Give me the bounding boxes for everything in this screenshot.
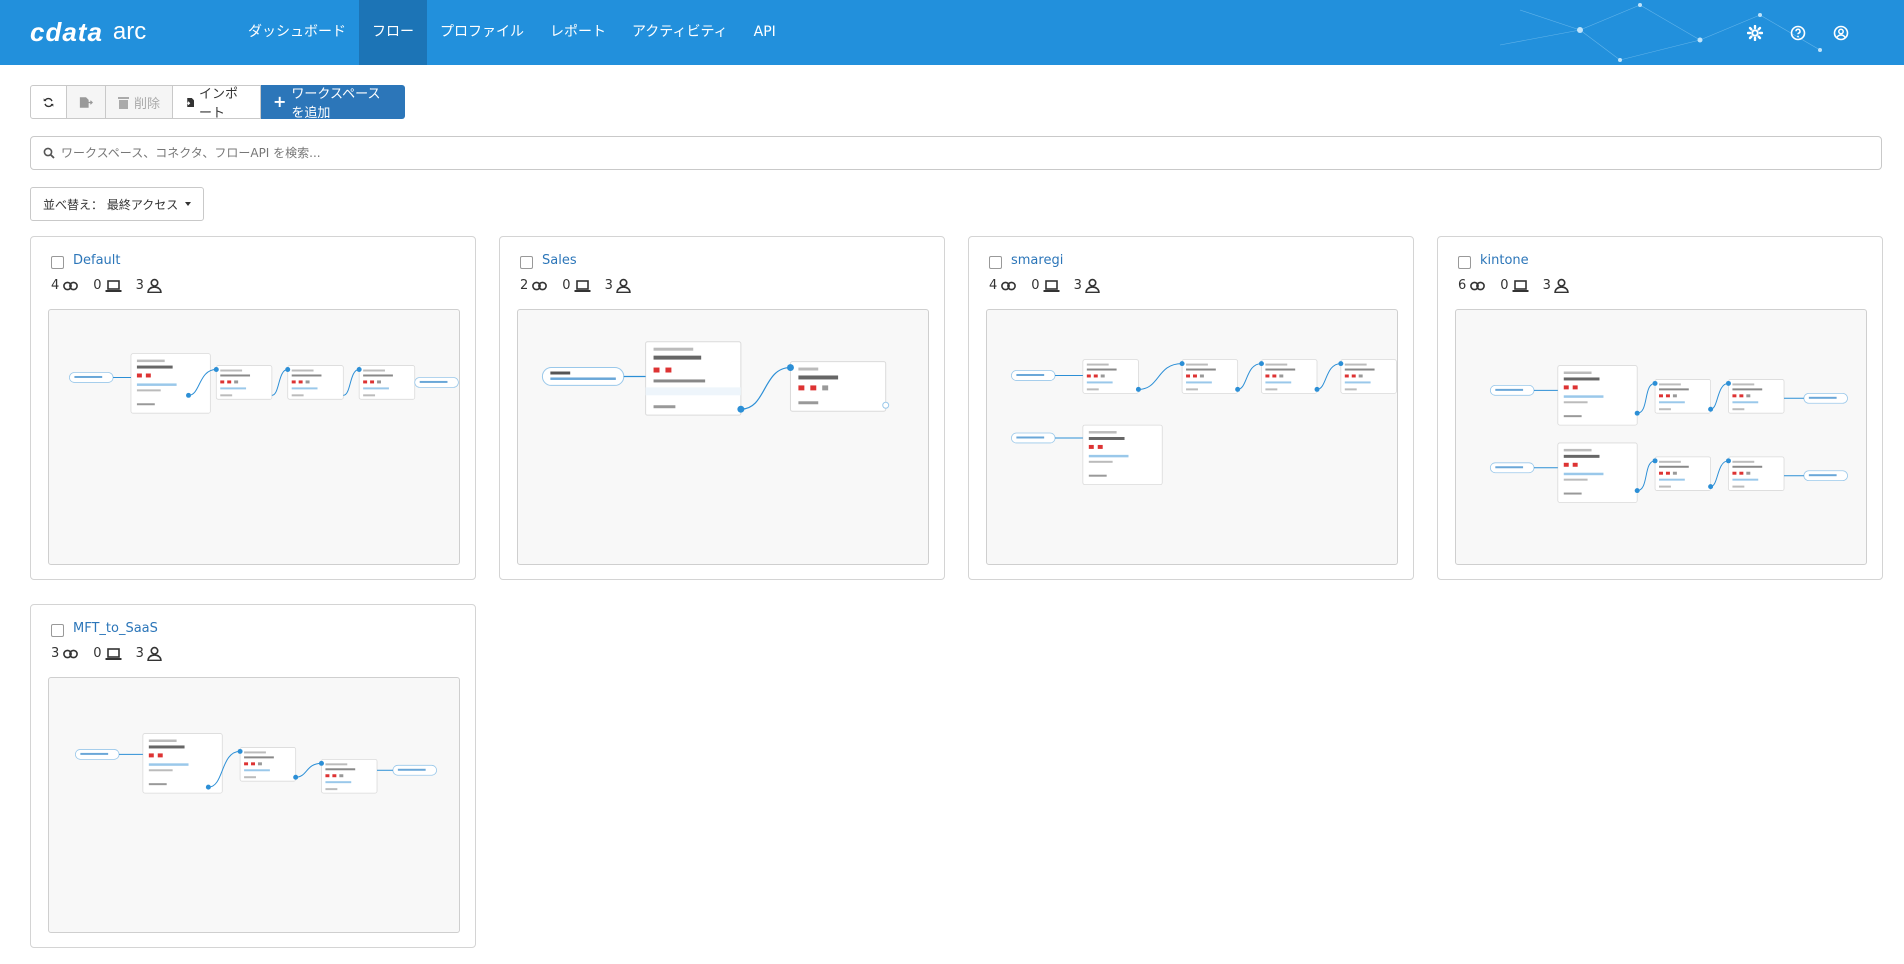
delete-button[interactable]: 削除 bbox=[106, 85, 173, 119]
search-input[interactable] bbox=[61, 146, 1841, 160]
import-label: インポート bbox=[199, 87, 239, 121]
workspace-checkbox[interactable] bbox=[51, 624, 64, 637]
nav-profile[interactable]: プロファイル bbox=[427, 0, 537, 65]
main-nav: ダッシュボード フロー プロファイル レポート アクティビティ API bbox=[235, 0, 789, 65]
user-count: 3 bbox=[135, 278, 144, 293]
connector-count: 4 bbox=[51, 278, 60, 293]
link-icon bbox=[63, 649, 79, 658]
workspace-stats: 4 0 3 bbox=[51, 278, 176, 293]
user-icon bbox=[1554, 278, 1569, 293]
workspace-checkbox[interactable] bbox=[520, 256, 533, 269]
link-icon bbox=[1001, 281, 1017, 290]
user-count: 3 bbox=[604, 278, 613, 293]
app-logo[interactable]: cdata arc bbox=[30, 16, 146, 48]
flow-preview[interactable] bbox=[986, 309, 1398, 565]
connector-count: 4 bbox=[989, 278, 998, 293]
export-icon bbox=[79, 96, 93, 108]
sort-label: 並べ替え： 最終アクセス bbox=[43, 197, 179, 212]
nav-api[interactable]: API bbox=[741, 0, 789, 65]
user-icon bbox=[616, 278, 631, 293]
search-icon bbox=[43, 147, 55, 159]
user-icon bbox=[147, 646, 162, 661]
user-count: 3 bbox=[1073, 278, 1082, 293]
laptop-icon bbox=[573, 279, 591, 293]
flow-preview[interactable] bbox=[1455, 309, 1867, 565]
nav-flow[interactable]: フロー bbox=[359, 0, 427, 65]
link-icon bbox=[532, 281, 548, 290]
export-button[interactable] bbox=[67, 85, 106, 119]
user-icon bbox=[147, 278, 162, 293]
connector-count: 2 bbox=[520, 278, 529, 293]
workspace-stats: 4 0 3 bbox=[989, 278, 1114, 293]
user-count: 3 bbox=[1542, 278, 1551, 293]
brand-name: cdata bbox=[30, 16, 103, 47]
laptop-icon bbox=[104, 279, 122, 293]
flow-preview[interactable] bbox=[48, 677, 460, 933]
nav-report[interactable]: レポート bbox=[537, 0, 619, 65]
flow-preview[interactable] bbox=[517, 309, 929, 565]
refresh-icon bbox=[43, 97, 54, 107]
refresh-button[interactable] bbox=[30, 85, 67, 119]
computer-count: 0 bbox=[1500, 278, 1509, 293]
user-icon bbox=[1085, 278, 1100, 293]
computer-count: 0 bbox=[1031, 278, 1040, 293]
workspace-name[interactable]: Default bbox=[73, 253, 121, 268]
caret-down-icon bbox=[185, 202, 192, 206]
search-bar bbox=[30, 136, 1882, 170]
link-icon bbox=[1470, 281, 1486, 290]
import-icon bbox=[185, 97, 195, 107]
toolbar: 削除 インポート + ワークスペースを追加 bbox=[30, 85, 405, 121]
computer-count: 0 bbox=[562, 278, 571, 293]
top-navbar: cdata arc ダッシュボード フロー プロファイル レポート アクティビテ… bbox=[0, 0, 1904, 65]
nav-activity[interactable]: アクティビティ bbox=[619, 0, 741, 65]
workspace-name[interactable]: MFT_to_SaaS bbox=[73, 621, 158, 636]
delete-label: 削除 bbox=[134, 96, 161, 112]
trash-icon bbox=[118, 96, 129, 109]
workspace-name[interactable]: kintone bbox=[1480, 253, 1529, 268]
connector-count: 6 bbox=[1458, 278, 1467, 293]
workspace-checkbox[interactable] bbox=[51, 256, 64, 269]
flow-preview[interactable] bbox=[48, 309, 460, 565]
workspace-name[interactable]: Sales bbox=[542, 253, 577, 268]
add-workspace-button[interactable]: + ワークスペースを追加 bbox=[261, 85, 405, 121]
product-name: arc bbox=[112, 18, 147, 45]
gear-icon[interactable] bbox=[1741, 19, 1768, 46]
user-count: 3 bbox=[135, 646, 144, 661]
help-icon[interactable] bbox=[1784, 19, 1811, 46]
workspace-card[interactable]: MFT_to_SaaS 3 0 3 bbox=[30, 604, 476, 948]
workspace-card[interactable]: Sales 2 0 3 bbox=[499, 236, 945, 580]
workspace-name[interactable]: smaregi bbox=[1011, 253, 1063, 268]
workspace-checkbox[interactable] bbox=[1458, 256, 1471, 269]
workspace-checkbox[interactable] bbox=[989, 256, 1002, 269]
plus-icon: + bbox=[273, 92, 287, 111]
laptop-icon bbox=[1511, 279, 1529, 293]
workspace-card[interactable]: smaregi 4 0 3 bbox=[968, 236, 1414, 580]
workspace-card[interactable]: kintone 6 0 3 bbox=[1437, 236, 1883, 580]
user-icon[interactable] bbox=[1827, 19, 1854, 46]
sort-dropdown[interactable]: 並べ替え： 最終アクセス bbox=[30, 187, 205, 221]
link-icon bbox=[63, 281, 79, 290]
connector-count: 3 bbox=[51, 646, 60, 661]
add-workspace-label: ワークスペースを追加 bbox=[291, 87, 381, 121]
workspace-stats: 6 0 3 bbox=[1458, 278, 1583, 293]
laptop-icon bbox=[1042, 279, 1060, 293]
laptop-icon bbox=[104, 647, 122, 661]
computer-count: 0 bbox=[93, 646, 102, 661]
nav-dashboard[interactable]: ダッシュボード bbox=[235, 0, 359, 65]
import-button[interactable]: インポート bbox=[173, 85, 261, 121]
workspace-stats: 2 0 3 bbox=[520, 278, 645, 293]
workspace-stats: 3 0 3 bbox=[51, 646, 176, 661]
computer-count: 0 bbox=[93, 278, 102, 293]
workspace-card[interactable]: Default 4 0 3 bbox=[30, 236, 476, 580]
